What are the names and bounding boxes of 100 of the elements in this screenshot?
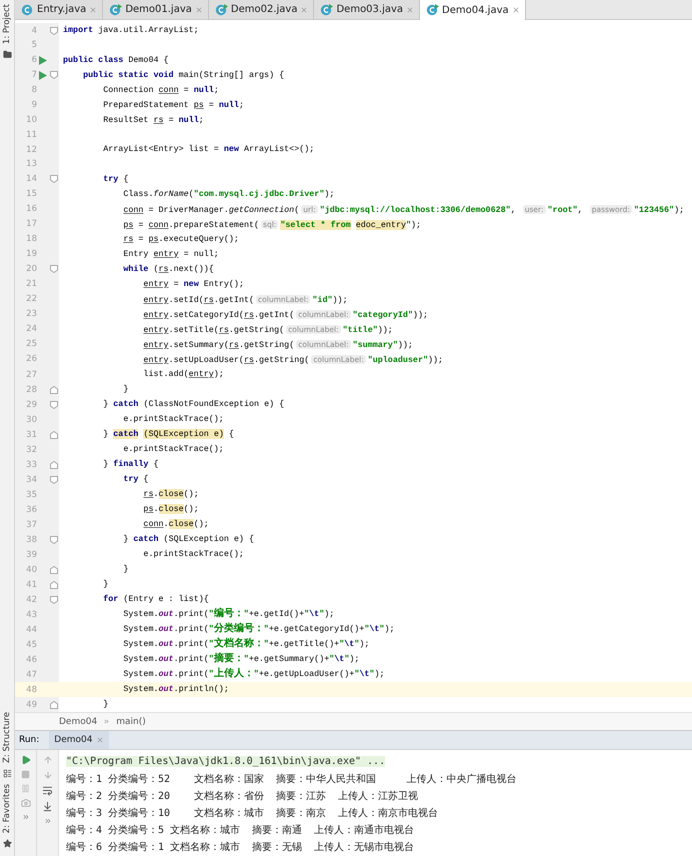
line-number: 21 [25,279,37,290]
line-number: 9 [30,100,37,110]
code-line: ArrayList<Entry> list = new ArrayList<>(); [102,143,314,156]
code-line: e.printStackTrace(); [122,443,224,456]
line-number: 43 [25,610,37,620]
class-icon [21,4,34,16]
stop-icon[interactable] [21,770,30,779]
code-line: } [122,383,128,396]
line-number: 27 [25,370,37,380]
arrow-up-icon[interactable] [42,755,52,765]
close-icon[interactable] [194,6,203,14]
code-line: System.out.println(); [122,683,229,696]
chevron-icon [103,718,110,725]
line-number: 4 [30,26,37,36]
fold-icon[interactable] [50,460,58,469]
code-line: Connection conn = null; [102,84,219,97]
arrow-down-icon[interactable] [42,770,52,780]
scroll-end-icon[interactable] [42,801,53,812]
code-line: System.out.print("摘要："+e.getSummary()+"\t"); [122,652,360,668]
fold-icon[interactable] [50,430,58,439]
close-icon[interactable] [96,736,104,744]
run-label: Run: [19,735,40,745]
fold-icon[interactable] [50,536,58,544]
close-icon[interactable] [300,6,308,14]
file-tab[interactable]: Demo03.java [314,0,420,19]
file-tab[interactable]: Entry.java [15,0,104,19]
tool-window-button[interactable]: 2: Favorites [2,784,12,833]
run-icon[interactable] [39,56,48,65]
more-icon[interactable] [22,813,30,821]
code-line: ResultSet rs = null; [102,114,204,127]
breadcrumb-item[interactable]: main() [116,716,146,726]
class-icon [214,4,228,16]
star-icon [2,839,12,848]
line-number: 24 [25,324,37,334]
run-tab[interactable]: Demo04 [49,731,108,749]
line-number: 6 [30,55,37,66]
fold-icon[interactable] [50,700,58,709]
play-icon[interactable] [20,755,30,765]
code-line: } [122,563,128,576]
fold-icon[interactable] [50,476,58,484]
line-number: 47 [25,670,37,680]
code-line: conn.close(); [142,518,209,532]
line-number: 5 [30,40,37,50]
run-icon[interactable] [39,70,48,80]
line-number: 20 [25,264,37,274]
line-number: 35 [25,490,37,500]
file-tab[interactable]: Demo04.java [420,0,526,20]
class-icon [426,4,440,16]
breadcrumb-item[interactable]: Demo04 [59,716,98,726]
line-number: 33 [25,460,37,470]
camera-icon[interactable] [20,798,30,808]
fold-icon[interactable] [50,71,58,80]
fold-icon[interactable] [50,566,58,574]
output-line: 编号：3 分类编号：10 文档名称：城市 摘要：南京 上传人：南京市电视台 [66,806,438,820]
line-number: 16 [25,204,37,214]
output-line: 编号：4 分类编号：5 文档名称：城市 摘要：南通 上传人：南通市电视台 [66,824,414,836]
fold-icon[interactable] [50,386,58,394]
wrap-icon[interactable] [42,785,53,796]
line-number: 49 [25,700,37,710]
code-line: rs = ps.executeQuery(); [122,232,239,246]
close-icon[interactable] [512,6,520,14]
fold-icon[interactable] [50,400,58,409]
line-number: 46 [25,654,37,665]
code-line: ps.close(); [142,503,199,516]
output-line: 编号：1 分类编号：52 文档名称：国家 摘要：中华人民共和国 上传人：中央广播电视台 [66,772,516,786]
code-line: } finally { [102,458,159,472]
tool-window-button[interactable]: 1: Project [2,4,12,44]
tool-window-button[interactable]: Z: Structure [2,712,12,763]
line-number: 48 [25,684,37,695]
line-number: 13 [25,159,37,170]
line-number: 32 [25,444,37,455]
fold-icon[interactable] [50,265,58,274]
code-line: } [102,698,108,712]
fold-icon[interactable] [50,26,58,34]
code-line: e.printStackTrace(); [142,548,244,562]
file-tab[interactable]: Demo02.java [208,0,314,19]
line-number: 29 [25,400,37,410]
folder-icon [2,50,12,60]
line-number: 45 [25,640,37,650]
fold-icon[interactable] [50,175,58,184]
code-line: } [102,578,108,592]
line-number: 42 [25,594,37,605]
code-line: import java.util.ArrayList; [62,24,199,37]
code-line: for (Entry e : list){ [102,593,209,606]
line-number: 23 [25,309,37,320]
code-line: } catch (ClassNotFoundException e) { [102,398,284,412]
line-number: 31 [25,430,37,440]
line-number: 26 [25,354,37,364]
fold-icon[interactable] [50,596,58,604]
line-number: 30 [25,414,37,425]
fold-icon[interactable] [50,580,58,589]
more-icon[interactable] [44,817,52,825]
code-line: PreparedStatement ps = null; [102,98,244,112]
line-number: 36 [25,504,37,515]
pause-icon[interactable] [21,784,30,793]
close-icon[interactable] [406,6,414,14]
output-line: 编号：2 分类编号：20 文档名称：省份 摘要：江苏 上传人：江苏卫视 [66,790,418,802]
close-icon[interactable] [89,6,98,14]
line-number: 44 [25,624,37,635]
file-tab[interactable]: Demo01.java [103,0,209,19]
